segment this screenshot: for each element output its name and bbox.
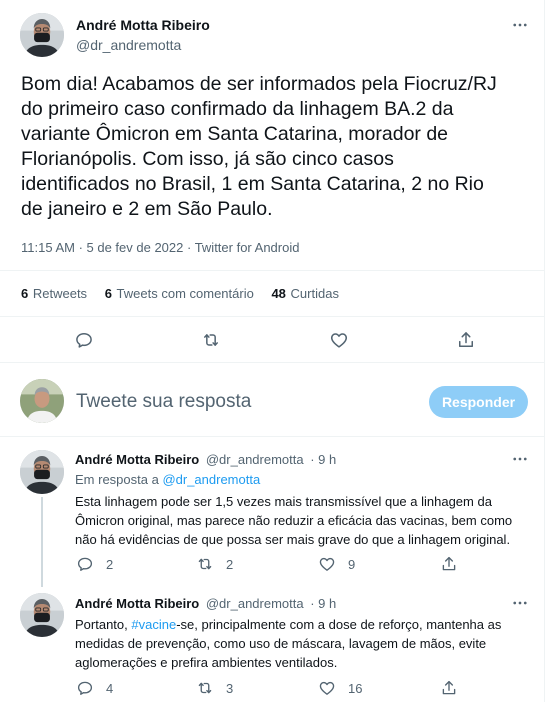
reply-time[interactable]: · 9 h [310,596,336,611]
thread-connector-line [41,497,43,587]
tweet-text-line: variante Ômicron em Santa Catarina, mora… [21,123,449,145]
like-icon[interactable] [329,330,349,350]
retweets-stat[interactable]: 6 Retweets [21,286,91,301]
replying-to: Em resposta a @dr_andremotta [75,472,260,487]
reply-text-line: medidas de prevenção, como uso de máscar… [75,636,487,651]
avatar[interactable] [20,13,64,57]
divider [0,270,544,271]
likes-count: 48 [271,286,286,301]
divider [0,316,544,317]
reply-header: André Motta Ribeiro @dr_andremotta · 9 h [75,596,336,611]
quotes-label: Tweets com comentário [116,286,254,301]
reply-icon[interactable] [74,330,94,350]
reply-input[interactable]: Tweete sua resposta [76,391,251,413]
reply-time[interactable]: · 9 h [310,452,336,467]
reply-action[interactable]: 4 [76,679,113,697]
author-name[interactable]: André Motta Ribeiro [76,17,210,33]
author-name[interactable]: André Motta Ribeiro [75,452,199,467]
frame-border [544,0,545,702]
reply-text-line: Portanto, #vacine-se, principalmente com… [75,615,501,634]
tweet-text-line: identificados no Brasil, 1 em Santa Cata… [21,173,484,195]
author-handle[interactable]: @dr_andremotta [206,452,304,467]
reply-text: Esta linhagem pode ser 1,5 vezes mais tr… [75,492,512,549]
current-user-avatar[interactable] [20,379,64,423]
reply-text: Portanto, #vacine-se, principalmente com… [75,615,501,672]
retweet-count: 2 [226,556,234,572]
reply-text-line: não há evidências de que possa ser mais … [75,532,511,547]
likes-stat[interactable]: 48 Curtidas [271,286,339,301]
retweet-count: 3 [226,680,234,696]
like-count: 16 [348,680,363,696]
like-action[interactable]: 9 [318,555,355,573]
reply-text-suffix: -se, principalmente com a dose de reforç… [176,617,502,632]
avatar[interactable] [20,450,64,494]
author-handle[interactable]: @dr_andremotta [76,37,181,53]
like-count: 9 [348,556,356,572]
tweet-text-line: de janeiro e 2 em São Paulo. [21,198,273,220]
retweets-label: Retweets [32,286,88,301]
tweet-text-line: do primeiro caso confirmado da linhagem … [21,98,454,120]
reply-text-line: aglomerações e prefira ambientes ventila… [75,655,338,670]
replying-to-handle[interactable]: @dr_andremotta [162,472,260,487]
retweets-count: 6 [21,286,29,301]
retweet-action[interactable]: 2 [196,555,233,573]
author-name[interactable]: André Motta Ribeiro [75,596,199,611]
reply-button[interactable]: Responder [429,386,528,418]
quotes-stat[interactable]: 6 Tweets com comentário [105,286,258,301]
replying-to-prefix: Em resposta a [75,472,163,487]
reply-count: 4 [106,680,114,696]
retweet-action[interactable]: 3 [196,679,233,697]
share-icon[interactable] [456,330,476,350]
reply-count: 2 [106,556,114,572]
retweet-icon[interactable] [201,330,221,350]
avatar[interactable] [20,593,64,637]
divider [0,436,544,437]
reply-text-line: Ômicron original, mas parece não reduzir… [75,513,513,528]
share-icon[interactable] [440,679,458,697]
more-options-icon[interactable] [510,593,530,613]
tweet-text-line: Florianópolis. Com isso, já são cinco ca… [21,148,394,170]
tweet-timestamp[interactable]: 11:15 AM · 5 de fev de 2022 · Twitter fo… [21,240,299,255]
divider [0,362,544,363]
hashtag-link[interactable]: #vacine [131,617,176,632]
more-options-icon[interactable] [510,449,530,469]
share-icon[interactable] [440,555,458,573]
reply-text-line: Esta linhagem pode ser 1,5 vezes mais tr… [75,494,492,509]
like-action[interactable]: 16 [318,679,362,697]
reply-action[interactable]: 2 [76,555,113,573]
author-handle[interactable]: @dr_andremotta [206,596,304,611]
tweet-text-line: Bom dia! Acabamos de ser informados pela… [21,73,497,95]
tweet-stats: 6 Retweets 6 Tweets com comentário 48 Cu… [21,286,339,301]
more-options-icon[interactable] [510,15,530,35]
reply-text-prefix: Portanto, [75,617,132,632]
tweet-text: Bom dia! Acabamos de ser informados pela… [21,72,541,222]
quotes-count: 6 [104,286,112,301]
reply-header: André Motta Ribeiro @dr_andremotta · 9 h [75,452,336,467]
likes-label: Curtidas [290,286,339,301]
